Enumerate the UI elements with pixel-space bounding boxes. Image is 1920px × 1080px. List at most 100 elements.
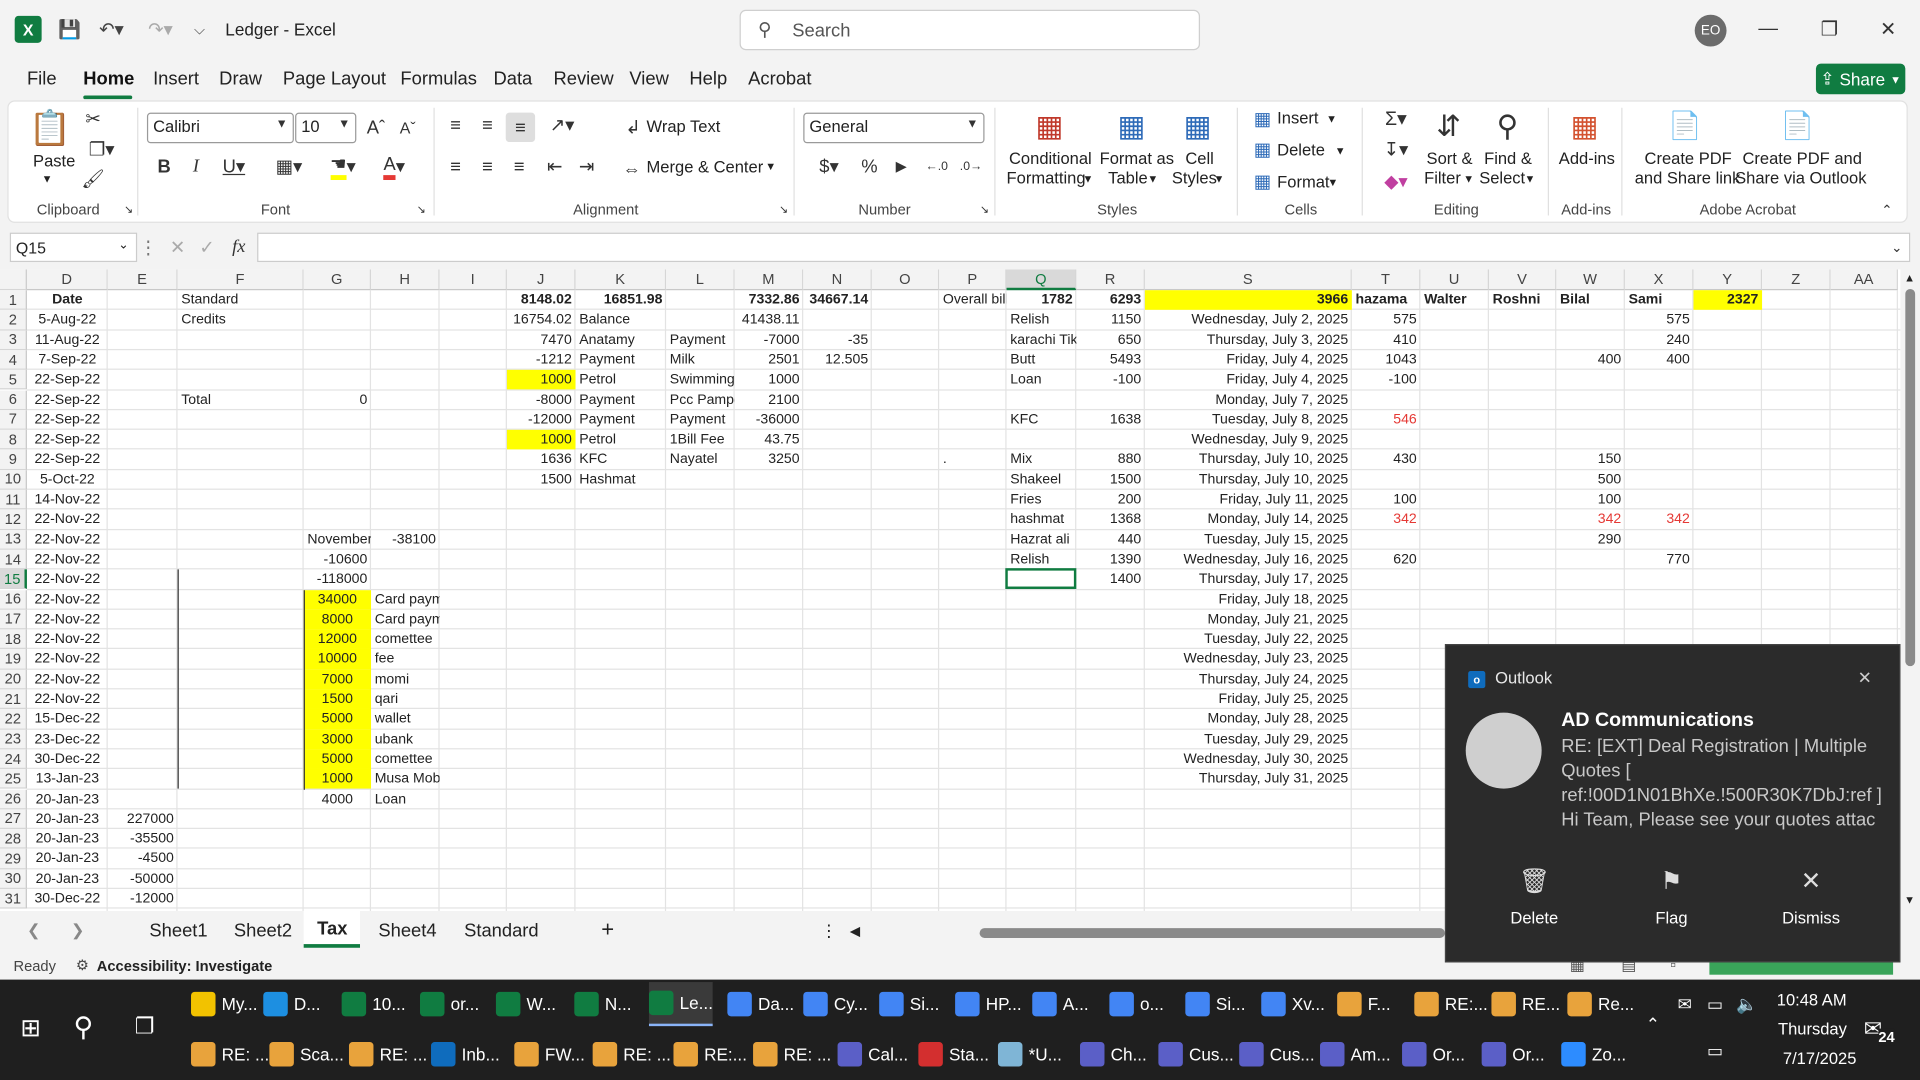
accessibility-icon[interactable]: ⚙	[76, 956, 89, 973]
cell-j6[interactable]: -8000	[507, 390, 576, 410]
create-pdf-share-icon[interactable]: 📄	[1665, 108, 1704, 145]
cell-styles-label2[interactable]: Styles	[1172, 169, 1217, 187]
cell-p1[interactable]: Overall bill	[939, 290, 1007, 310]
cell-f2[interactable]: Credits	[178, 310, 304, 330]
cell-m4[interactable]: 2501	[735, 350, 804, 370]
cell-r10[interactable]: 1500	[1076, 470, 1145, 490]
taskbar-item[interactable]: Sca...	[269, 1032, 344, 1076]
confirm-entry-icon[interactable]: ✓	[196, 235, 218, 259]
name-box[interactable]: Q15 ⌄	[9, 232, 138, 263]
cell-k3[interactable]: Anatamy	[576, 330, 667, 350]
taskbar-item[interactable]: F...	[1337, 982, 1391, 1026]
expand-formula-bar-icon[interactable]: ⌄	[1886, 235, 1908, 259]
column-header-h[interactable]: H	[371, 269, 440, 291]
cell-f6[interactable]: Total	[178, 390, 304, 410]
row-header-14[interactable]: 14	[0, 549, 27, 570]
cell-r9[interactable]: 880	[1076, 450, 1145, 470]
cell-d12[interactable]: 22-Nov-22	[27, 510, 108, 530]
row-header-15[interactable]: 15	[0, 569, 27, 590]
tab-file[interactable]: File	[27, 69, 57, 90]
cell-h20[interactable]: momi	[371, 669, 440, 689]
column-header-f[interactable]: F	[177, 269, 304, 291]
cell-d13[interactable]: 22-Nov-22	[27, 530, 108, 550]
chevron-down-icon[interactable]: ▼	[42, 173, 53, 185]
align-right-icon[interactable]: ≡	[507, 154, 531, 178]
chevron-down-icon[interactable]: ▼	[1326, 113, 1337, 125]
column-header-k[interactable]: K	[575, 269, 667, 291]
cell-w9[interactable]: 150	[1556, 450, 1625, 470]
sheet-tab-standard[interactable]: Standard	[464, 921, 539, 942]
cell-h16[interactable]: Card payment	[371, 590, 440, 610]
cell-g14[interactable]: -10600	[304, 550, 371, 570]
row-header-22[interactable]: 22	[0, 709, 27, 730]
cell-r3[interactable]: 650	[1076, 330, 1145, 350]
scroll-down-icon[interactable]: ▼	[1904, 894, 1915, 906]
cell-x1[interactable]: Sami	[1625, 290, 1694, 310]
cell-h13[interactable]: -38100	[371, 530, 440, 550]
column-header-i[interactable]: I	[439, 269, 507, 291]
row-header-25[interactable]: 25	[0, 769, 27, 790]
taskbar-item[interactable]: Re...	[1567, 982, 1634, 1026]
font-color-icon[interactable]: A ▾	[372, 154, 416, 180]
taskbar-item[interactable]: N...	[574, 982, 632, 1026]
cell-t12[interactable]: 342	[1352, 510, 1421, 530]
cell-m6[interactable]: 2100	[735, 390, 804, 410]
dialog-launcher-icon[interactable]: ↘	[776, 202, 791, 217]
column-header-y[interactable]: Y	[1693, 269, 1763, 291]
cell-n3[interactable]: -35	[803, 330, 872, 350]
row-header-21[interactable]: 21	[0, 689, 27, 710]
taskbar-item[interactable]: RE:...	[673, 1032, 747, 1076]
cell-d21[interactable]: 22-Nov-22	[27, 689, 108, 709]
cell-q1[interactable]: 1782	[1007, 290, 1077, 310]
add-ins-button[interactable]: Add-ins	[1559, 149, 1615, 167]
cell-q9[interactable]: Mix	[1007, 450, 1077, 470]
cell-w4[interactable]: 400	[1556, 350, 1625, 370]
undo-icon[interactable]: ↶▾	[93, 17, 130, 41]
row-header-4[interactable]: 4	[0, 350, 27, 371]
cell-u1[interactable]: Walter	[1420, 290, 1489, 310]
taskbar-item[interactable]: RE: ...	[592, 1032, 671, 1076]
taskbar-item[interactable]: o...	[1109, 982, 1164, 1026]
cell-r14[interactable]: 1390	[1076, 550, 1145, 570]
cell-d3[interactable]: 11-Aug-22	[27, 330, 108, 350]
format-cells-button[interactable]: Format	[1277, 173, 1329, 191]
scroll-left-icon[interactable]: ◀	[850, 923, 860, 939]
increase-indent-icon[interactable]: ⇥	[574, 154, 598, 178]
dialog-launcher-icon[interactable]: ↘	[414, 202, 429, 217]
cell-g6[interactable]: 0	[304, 390, 371, 410]
sort-filter-label2[interactable]: Filter	[1424, 169, 1461, 187]
taskbar-item[interactable]: Le...	[648, 982, 713, 1027]
cell-d24[interactable]: 30-Dec-22	[27, 749, 108, 769]
conditional-formatting-label2[interactable]: Formatting	[1007, 169, 1086, 187]
chevron-down-icon[interactable]: ▼	[1213, 173, 1224, 185]
row-header-10[interactable]: 10	[0, 469, 27, 490]
more-icon[interactable]: ⋮	[820, 921, 837, 942]
cell-k1[interactable]: 16851.98	[576, 290, 667, 310]
cell-d30[interactable]: 20-Jan-23	[27, 869, 108, 889]
cell-s7[interactable]: Tuesday, July 8, 2025	[1145, 410, 1352, 430]
cell-r15[interactable]: 1400	[1076, 570, 1145, 590]
cell-q3[interactable]: karachi Tikk	[1007, 330, 1076, 350]
cell-d27[interactable]: 20-Jan-23	[27, 809, 108, 829]
borders-icon[interactable]: ▦▾	[267, 154, 311, 178]
taskbar-item[interactable]: RE: ...	[753, 1032, 831, 1076]
row-header-1[interactable]: 1	[0, 290, 27, 311]
cell-s6[interactable]: Monday, July 7, 2025	[1145, 390, 1352, 410]
search-box[interactable]: ⚲ Search	[739, 9, 1201, 51]
column-header-p[interactable]: P	[939, 269, 1007, 291]
column-header-x[interactable]: X	[1624, 269, 1694, 291]
cell-t4[interactable]: 1043	[1352, 350, 1421, 370]
cell-n4[interactable]: 12.505	[803, 350, 872, 370]
cell-h22[interactable]: wallet	[371, 709, 440, 729]
column-header-aa[interactable]: AA	[1830, 269, 1898, 291]
cell-d4[interactable]: 7-Sep-22	[27, 350, 108, 370]
more-icon[interactable]: ⋮	[139, 235, 157, 259]
cell-w1[interactable]: Bilal	[1556, 290, 1625, 310]
taskbar-item[interactable]: 10...	[341, 982, 406, 1026]
font-size-select[interactable]: 10 ▼	[295, 112, 357, 144]
cell-x2[interactable]: 575	[1625, 310, 1694, 330]
cell-h19[interactable]: fee	[371, 649, 440, 669]
network-icon[interactable]: ▭	[1707, 1041, 1723, 1062]
row-header-30[interactable]: 30	[0, 869, 27, 889]
scroll-up-icon[interactable]: ▲	[1904, 272, 1915, 284]
